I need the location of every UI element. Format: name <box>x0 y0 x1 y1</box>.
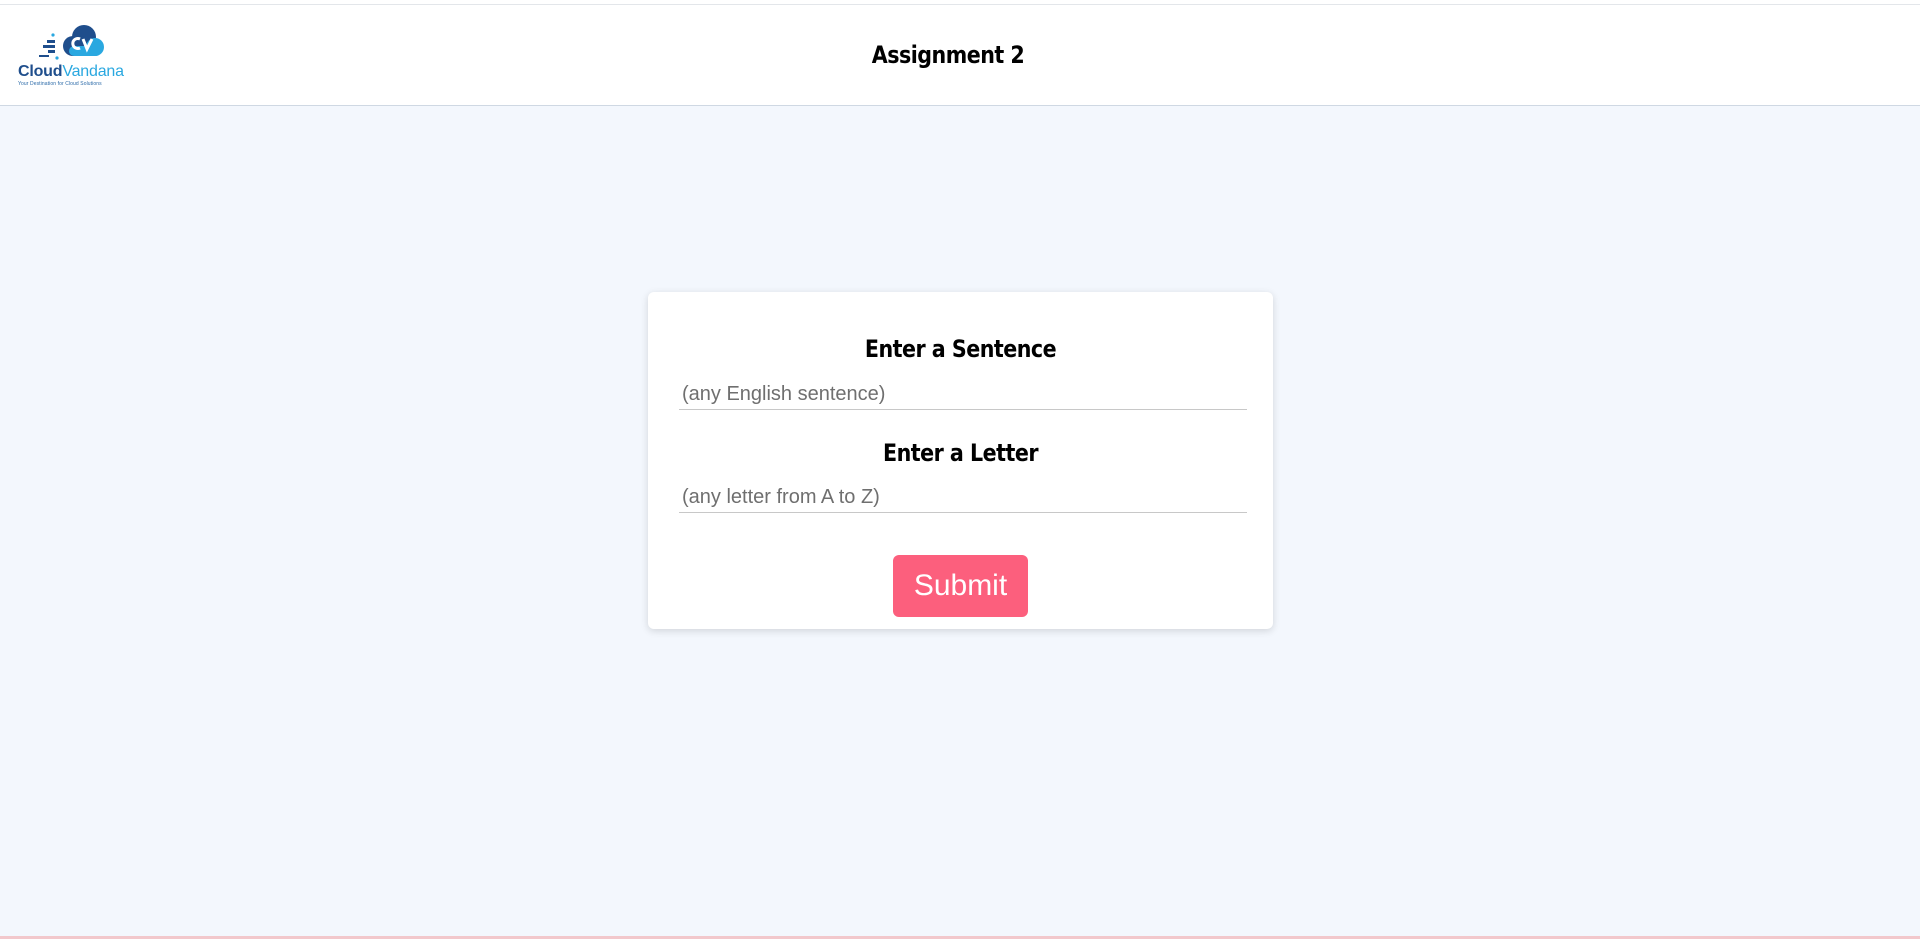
submit-button[interactable]: Submit <box>893 555 1028 617</box>
logo-tagline: Your Destination for Cloud Solutions <box>18 81 102 87</box>
letter-input[interactable] <box>679 483 1247 513</box>
sentence-label: Enter a Sentence <box>864 335 1057 363</box>
logo-wordmark: CloudVandana <box>18 63 124 81</box>
sentence-input[interactable] <box>679 380 1247 410</box>
letter-label: Enter a Letter <box>883 439 1038 467</box>
assignment-form-card: Enter a Sentence Enter a Letter Submit <box>648 292 1273 629</box>
logo-word-cloud: Cloud <box>18 63 63 80</box>
logo-word-vandana: Vandana <box>62 63 124 80</box>
header-bar: CloudVandana Your Destination for Cloud … <box>0 5 1920 106</box>
page-title: Assignment 2 <box>871 41 1025 69</box>
logo-cloud-icon <box>39 25 104 60</box>
cloudvandana-logo[interactable]: CloudVandana Your Destination for Cloud … <box>17 22 147 88</box>
